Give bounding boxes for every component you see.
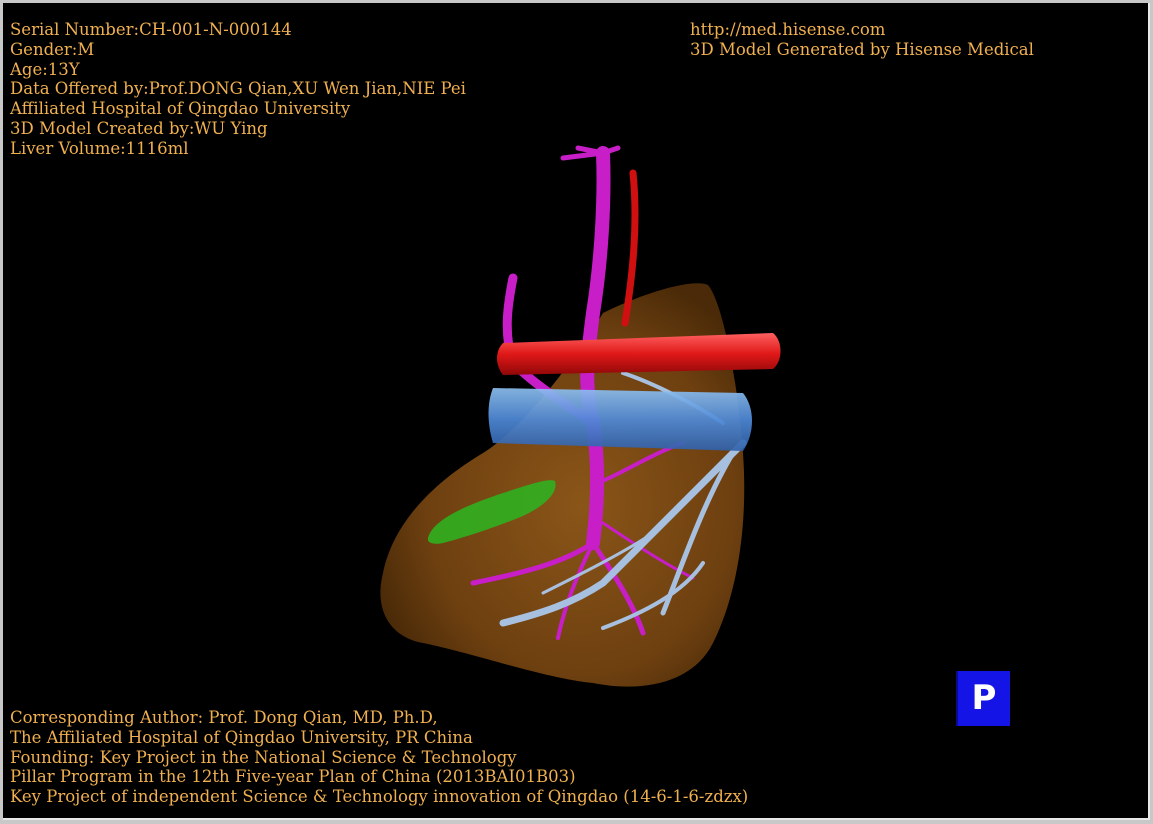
liver-volume: Liver Volume:1116ml <box>10 138 189 158</box>
vendor-credit: 3D Model Generated by Hisense Medical <box>690 39 1034 59</box>
patient-info: Serial Number:CH-001-N-000144 Gender:M A… <box>10 20 466 159</box>
orientation-cube[interactable]: P <box>956 671 1010 726</box>
data-offered-by: Data Offered by:Prof.DONG Qian,XU Wen Ji… <box>10 79 466 99</box>
gender: Gender:M <box>10 39 95 59</box>
age: Age:13Y <box>10 59 80 79</box>
pillar-program: Pillar Program in the 12th Five-year Pla… <box>10 767 576 787</box>
vendor-info: http://med.hisense.com 3D Model Generate… <box>690 20 1034 60</box>
corresponding-author: Corresponding Author: Prof. Dong Qian, M… <box>10 708 438 727</box>
key-project: Key Project of independent Science & Tec… <box>10 787 749 807</box>
footer-credits: Corresponding Author: Prof. Dong Qian, M… <box>10 708 748 807</box>
3d-viewport[interactable]: Serial Number:CH-001-N-000144 Gender:M A… <box>3 3 1150 820</box>
affiliation: The Affiliated Hospital of Qingdao Unive… <box>10 727 473 747</box>
hospital: Affiliated Hospital of Qingdao Universit… <box>10 99 351 119</box>
founding: Founding: Key Project in the National Sc… <box>10 747 517 767</box>
aorta <box>497 333 781 375</box>
vendor-url: http://med.hisense.com <box>690 20 886 39</box>
model-created-by: 3D Model Created by:WU Ying <box>10 118 268 138</box>
serial-number: Serial Number:CH-001-N-000144 <box>10 20 292 39</box>
inferior-vena-cava <box>488 388 752 451</box>
